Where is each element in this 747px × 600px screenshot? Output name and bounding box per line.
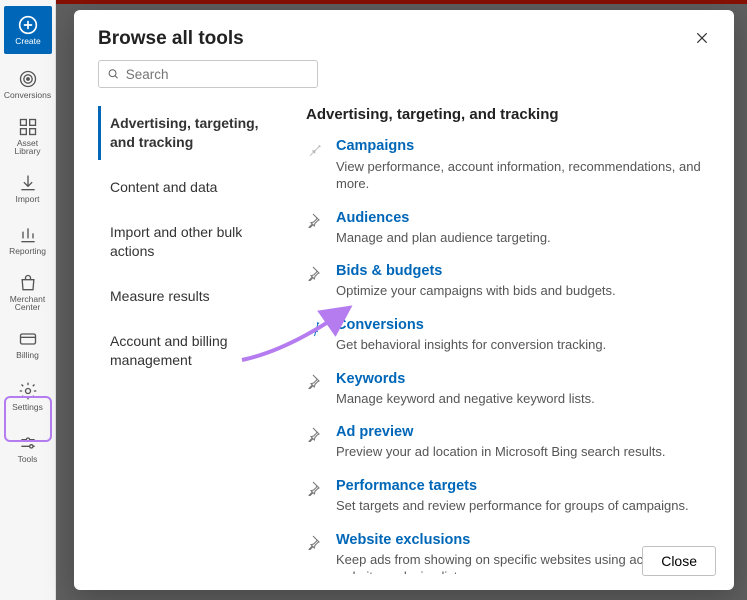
tool-row-performance-targets: Performance targets Set targets and revi… — [306, 477, 710, 515]
tool-row-bids-budgets: Bids & budgets Optimize your campaigns w… — [306, 262, 710, 300]
search-icon — [107, 67, 120, 81]
pin-icon[interactable] — [306, 211, 324, 229]
pin-icon[interactable] — [303, 315, 328, 340]
tool-desc: Optimize your campaigns with bids and bu… — [336, 282, 616, 300]
rail-settings[interactable]: Settings — [0, 370, 55, 422]
category-list: Advertising, targeting, and tracking Con… — [98, 106, 286, 574]
target-icon — [18, 69, 38, 89]
pin-icon[interactable] — [306, 372, 324, 390]
close-icon[interactable] — [690, 26, 714, 50]
category-import-bulk-actions[interactable]: Import and other bulk actions — [98, 215, 286, 269]
download-icon — [18, 173, 38, 193]
rail-item-label: Settings — [12, 403, 43, 412]
tool-row-keywords: Keywords Manage keyword and negative key… — [306, 370, 710, 408]
tool-row-campaigns: Campaigns View performance, account info… — [306, 137, 710, 192]
category-measure-results[interactable]: Measure results — [98, 279, 286, 314]
rail-merchant-center[interactable]: Merchant Center — [0, 266, 55, 318]
rail-conversions[interactable]: Conversions — [0, 58, 55, 110]
category-advertising-targeting-tracking[interactable]: Advertising, targeting, and tracking — [98, 106, 286, 160]
gear-icon — [18, 381, 38, 401]
search-input[interactable] — [126, 67, 309, 82]
panel-heading: Advertising, targeting, and tracking — [306, 106, 710, 123]
grid-icon — [18, 117, 38, 137]
tool-desc: Preview your ad location in Microsoft Bi… — [336, 443, 665, 461]
tool-link[interactable]: Campaigns — [336, 137, 710, 155]
rail-asset-library[interactable]: Asset Library — [0, 110, 55, 162]
tool-row-conversions: Conversions Get behavioral insights for … — [306, 316, 710, 354]
tool-desc: Manage keyword and negative keyword list… — [336, 390, 595, 408]
pin-icon[interactable] — [306, 139, 324, 157]
plus-icon — [18, 15, 38, 35]
tool-link[interactable]: Bids & budgets — [336, 262, 616, 280]
chart-icon — [18, 225, 38, 245]
tools-panel: Advertising, targeting, and tracking Cam… — [286, 106, 710, 574]
tool-desc: Manage and plan audience targeting. — [336, 229, 551, 247]
rail-tools[interactable]: Tools — [0, 422, 55, 474]
rail-item-label: Asset Library — [15, 139, 41, 156]
rail-billing[interactable]: Billing — [0, 318, 55, 370]
tool-link[interactable]: Audiences — [336, 209, 551, 227]
pin-icon[interactable] — [306, 533, 324, 551]
tool-desc: Set targets and review performance for g… — [336, 497, 689, 515]
bag-icon — [18, 273, 38, 293]
rail-item-label: Create — [15, 37, 41, 46]
tool-desc: Get behavioral insights for conversion t… — [336, 336, 606, 354]
pin-icon[interactable] — [306, 264, 324, 282]
search-input-wrapper[interactable] — [98, 60, 318, 88]
category-account-billing-mgmt[interactable]: Account and billing management — [98, 324, 286, 378]
sliders-icon — [18, 433, 38, 453]
pin-icon[interactable] — [306, 425, 324, 443]
tool-link[interactable]: Keywords — [336, 370, 595, 388]
rail-item-label: Billing — [16, 351, 39, 360]
close-button[interactable]: Close — [642, 546, 716, 576]
rail-item-label: Conversions — [4, 91, 51, 100]
left-nav-rail: Create Conversions Asset Library Import … — [0, 0, 56, 600]
card-icon — [18, 329, 38, 349]
rail-create-button[interactable]: Create — [4, 6, 52, 54]
browse-all-tools-modal: Browse all tools Advertising, targeting,… — [74, 10, 734, 590]
rail-item-label: Merchant Center — [10, 295, 45, 312]
modal-title: Browse all tools — [98, 28, 710, 50]
category-content-and-data[interactable]: Content and data — [98, 170, 286, 205]
rail-item-label: Reporting — [9, 247, 46, 256]
tool-link[interactable]: Ad preview — [336, 423, 665, 441]
tool-row-audiences: Audiences Manage and plan audience targe… — [306, 209, 710, 247]
pin-icon[interactable] — [306, 479, 324, 497]
rail-import[interactable]: Import — [0, 162, 55, 214]
tool-row-ad-preview: Ad preview Preview your ad location in M… — [306, 423, 710, 461]
tool-link[interactable]: Performance targets — [336, 477, 689, 495]
tool-link[interactable]: Conversions — [336, 316, 606, 334]
rail-reporting[interactable]: Reporting — [0, 214, 55, 266]
rail-item-label: Tools — [18, 455, 38, 464]
rail-item-label: Import — [15, 195, 39, 204]
tool-desc: View performance, account information, r… — [336, 158, 710, 193]
